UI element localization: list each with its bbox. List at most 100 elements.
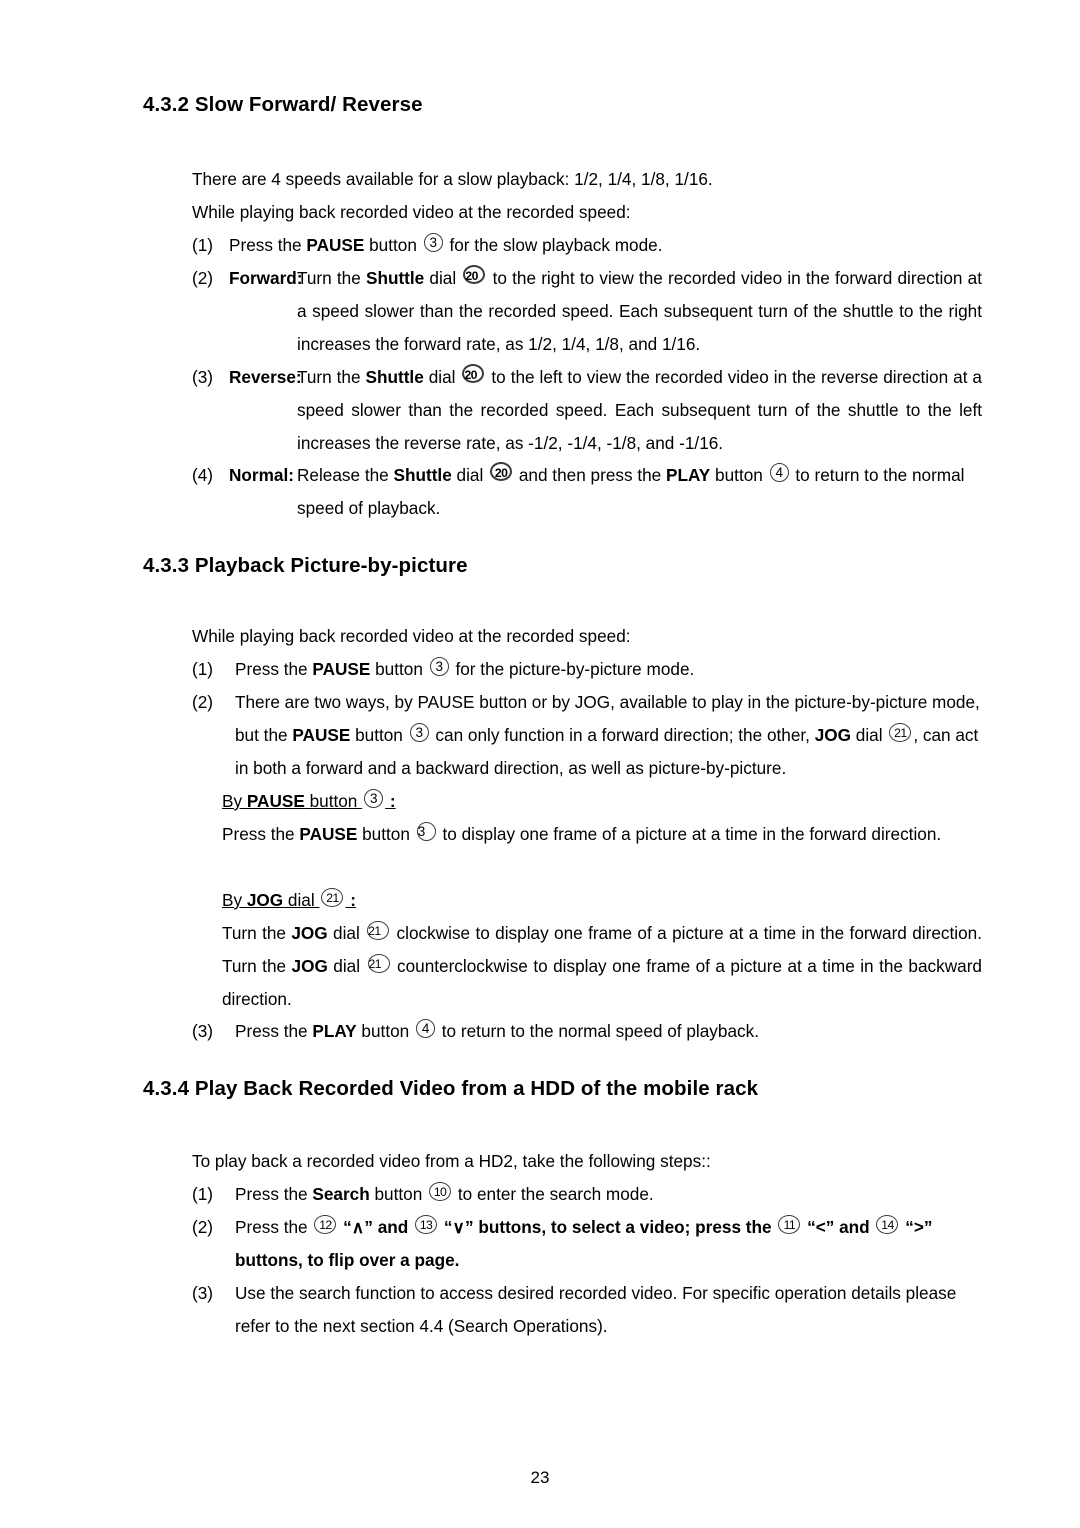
- circled-number-icon: 13: [415, 1215, 438, 1234]
- lead-label-normal: Normal:: [229, 465, 294, 485]
- page-number: 23: [530, 1468, 550, 1487]
- list-marker: (3): [192, 1283, 214, 1303]
- paragraph-by-pause-body: Press the PAUSE button 3 to display one …: [222, 818, 982, 851]
- text-fragment: dial: [451, 465, 489, 485]
- lead-label-forward: Forward:: [229, 268, 303, 288]
- circled-number-icon: 3: [409, 722, 429, 742]
- text-fragment: button: [370, 659, 428, 679]
- text-fragment: :: [345, 890, 356, 910]
- lead-label-reverse: Reverse:: [229, 367, 302, 387]
- list-marker: (4): [192, 465, 214, 485]
- text-fragment: button: [369, 1184, 428, 1204]
- text-fragment: Press the: [235, 1184, 313, 1204]
- text-fragment-up-arrow-label: “∧” and: [338, 1217, 414, 1237]
- circled-number-icon: 21: [889, 723, 912, 742]
- paragraph-by-jog-body: Turn the JOG dial 21 clockwise to displa…: [222, 917, 982, 1016]
- list-marker: (2): [192, 692, 214, 712]
- list-item-text: There are two ways, by PAUSE button or b…: [235, 686, 982, 785]
- list-item-text: Press the Search button 10 to enter the …: [235, 1178, 1002, 1211]
- paragraph-4-3-2-intro-2: While playing back recorded video at the…: [192, 202, 631, 222]
- subheading-by-pause-button: By PAUSE button 3 :: [222, 785, 982, 818]
- circled-number-icon: 3: [364, 788, 384, 808]
- text-fragment: dial: [283, 890, 320, 910]
- button-name-pause: PAUSE: [312, 659, 371, 679]
- dial-name-jog: JOG: [291, 923, 328, 943]
- underlined-subheading: By PAUSE button 3 :: [222, 788, 396, 811]
- circled-number-icon: 21: [367, 954, 390, 973]
- text-fragment: dial: [327, 956, 366, 976]
- list-item-text: Press the 12 “∧” and 13 “∨” buttons, to …: [235, 1211, 1004, 1277]
- circled-number-icon: 3: [423, 232, 443, 252]
- list-item-text: Use the search function to access desire…: [235, 1283, 957, 1336]
- dial-name-shuttle: Shuttle: [365, 367, 424, 387]
- list-item-lead-label: Reverse:: [229, 361, 302, 394]
- list-item-4-3-2-4: (4) Normal: Release the Shuttle dial 20 …: [192, 459, 982, 525]
- text-fragment: dial: [851, 725, 888, 745]
- circled-number-icon: 20: [462, 364, 485, 383]
- text-fragment: button: [710, 465, 768, 485]
- dial-name-shuttle: Shuttle: [393, 465, 452, 485]
- circled-number-icon: 12: [314, 1215, 337, 1234]
- text-fragment: can only function in a forward direction…: [430, 725, 815, 745]
- list-marker: (1): [192, 659, 214, 679]
- button-name-pause: PAUSE: [299, 824, 358, 844]
- list-item-4-3-3-3: (3) Press the PLAY button 4 to return to…: [192, 1015, 982, 1048]
- text-fragment: to enter the search mode.: [453, 1184, 654, 1204]
- text-fragment: Turn the: [297, 268, 366, 288]
- circled-number-icon: 21: [367, 921, 390, 940]
- circled-number-icon: 14: [876, 1215, 899, 1234]
- list-item-4-3-3-2: (2) There are two ways, by PAUSE button …: [192, 686, 982, 785]
- dial-name-jog: JOG: [291, 956, 328, 976]
- circled-number-icon: 3: [416, 821, 436, 841]
- button-name-search: Search: [312, 1184, 370, 1204]
- text-fragment: button: [364, 235, 422, 255]
- list-item-text: Turn the Shuttle dial 20 to the right to…: [297, 262, 982, 361]
- circled-number-icon: 10: [429, 1182, 452, 1201]
- text-fragment: for the slow playback mode.: [444, 235, 663, 255]
- button-name-play: PLAY: [312, 1021, 357, 1041]
- dial-name-jog: JOG: [814, 725, 852, 745]
- list-item-4-3-3-1: (1) Press the PAUSE button 3 for the pic…: [192, 653, 982, 686]
- list-item-text: Press the PAUSE button 3 for the picture…: [235, 653, 982, 686]
- circled-number-icon: 21: [321, 888, 344, 907]
- text-fragment: Release the: [297, 465, 394, 485]
- list-item-lead-label: Forward:: [229, 262, 303, 295]
- list-marker: (3): [192, 367, 214, 387]
- text-fragment: Press the: [229, 235, 307, 255]
- circled-number-icon: 11: [778, 1215, 801, 1234]
- text-fragment: to display one frame of a picture at a t…: [437, 824, 942, 844]
- underlined-subheading: By JOG dial 21 :: [222, 888, 356, 910]
- circled-number-icon: 20: [490, 462, 513, 481]
- text-fragment: button: [356, 1021, 414, 1041]
- list-item-text: Turn the Shuttle dial 20 to the left to …: [297, 361, 982, 460]
- list-item-text: Release the Shuttle dial 20 and then pre…: [297, 459, 982, 525]
- dial-name-jog: JOG: [246, 890, 284, 910]
- text-fragment: button: [304, 791, 363, 811]
- list-marker: (2): [192, 268, 214, 288]
- text-fragment: button: [350, 725, 408, 745]
- section-heading-4-3-3: 4.3.3 Playback Picture-by-picture: [143, 554, 468, 577]
- list-marker: (1): [192, 1184, 214, 1204]
- text-fragment: Turn the: [222, 923, 292, 943]
- circled-number-icon: 4: [416, 1018, 435, 1038]
- paragraph-4-3-2-intro-1: There are 4 speeds available for a slow …: [192, 169, 713, 189]
- section-heading-4-3-4: 4.3.4 Play Back Recorded Video from a HD…: [143, 1077, 759, 1100]
- list-item-text: Press the PLAY button 4 to return to the…: [235, 1015, 982, 1048]
- text-fragment: :: [385, 791, 396, 811]
- text-fragment: By: [222, 890, 247, 910]
- button-name-play: PLAY: [666, 465, 711, 485]
- text-fragment: and then press the: [514, 465, 667, 485]
- text-fragment: dial: [423, 367, 461, 387]
- circled-number-icon: 20: [463, 265, 486, 284]
- button-name-pause: PAUSE: [246, 791, 305, 811]
- list-marker: (1): [192, 235, 214, 255]
- button-name-pause: PAUSE: [306, 235, 365, 255]
- button-name-pause: PAUSE: [292, 725, 351, 745]
- text-fragment: Press the: [235, 659, 313, 679]
- text-fragment-left-arrow-label: “<” and: [802, 1217, 875, 1237]
- text-fragment: for the picture-by-picture mode.: [450, 659, 695, 679]
- circled-number-icon: 4: [769, 462, 789, 482]
- paragraph-4-3-3-intro-1: While playing back recorded video at the…: [192, 626, 631, 646]
- paragraph-4-3-4-intro-1: To play back a recorded video from a HD2…: [192, 1151, 711, 1171]
- manual-page: 4.3.2 Slow Forward/ Reverse There are 4 …: [0, 0, 1080, 1528]
